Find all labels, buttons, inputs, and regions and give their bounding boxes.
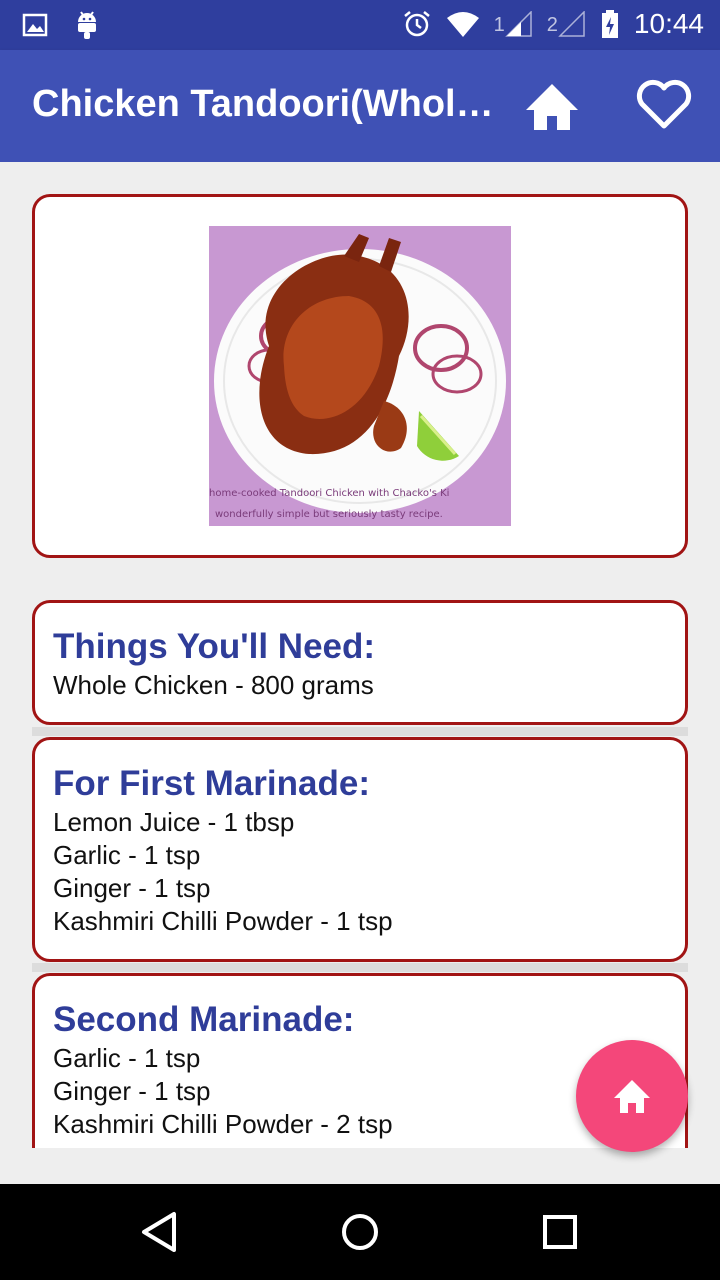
photo-caption-line2: wonderfully simple but seriously tasty r… (215, 509, 443, 520)
battery-icon (601, 10, 618, 38)
first-marinade-card: For First Marinade: Lemon Juice - 1 tbsp… (32, 737, 688, 962)
ingredient-item: Ginger - 1 tsp (53, 1076, 211, 1106)
recipe-content[interactable]: home-cooked Tandoori Chicken with Chacko… (0, 162, 720, 1148)
bottom-strip (0, 1148, 720, 1184)
home-button[interactable] (522, 78, 582, 134)
section-heading: Things You'll Need: (53, 627, 376, 666)
divider (32, 963, 688, 972)
divider (32, 727, 688, 736)
things-needed-card: Things You'll Need: Whole Chicken - 800 … (32, 600, 688, 725)
android-icon (78, 11, 96, 39)
recipe-image-card: home-cooked Tandoori Chicken with Chacko… (32, 194, 688, 558)
ingredient-item: Kashmiri Chilli Powder - 1 tsp (53, 906, 393, 936)
home-circle-icon[interactable] (336, 1208, 384, 1256)
home-fab[interactable] (576, 1040, 688, 1152)
ingredient-item: Garlic - 1 tsp (53, 840, 201, 870)
alarm-icon (403, 11, 430, 37)
sim1-label: 1 (493, 14, 505, 36)
section-heading: For First Marinade: (53, 764, 370, 803)
recents-icon[interactable] (536, 1208, 584, 1256)
back-icon[interactable] (136, 1208, 184, 1256)
app-bar: Chicken Tandoori(Whol… (0, 50, 720, 162)
system-nav-bar (0, 1184, 720, 1280)
favorite-button[interactable] (634, 76, 694, 132)
ingredient-item: Lemon Juice - 1 tbsp (53, 807, 295, 837)
section-heading: Second Marinade: (53, 1000, 355, 1039)
photo-caption-line1: home-cooked Tandoori Chicken with Chacko… (209, 488, 449, 499)
ingredient-item: Kashmiri Chilli Powder - 2 tsp (53, 1109, 393, 1139)
signal-icon (558, 11, 585, 37)
recipe-photo: home-cooked Tandoori Chicken with Chacko… (209, 226, 511, 526)
wifi-icon (446, 12, 479, 37)
ingredient-item: Garlic - 1 tsp (53, 1043, 201, 1073)
ingredient-item: Whole Chicken - 800 grams (53, 670, 374, 700)
status-bar: 1 2 10:44 (0, 0, 720, 50)
page-title: Chicken Tandoori(Whol… (32, 83, 492, 125)
signal-icon (504, 11, 532, 37)
status-time: 10:44 (633, 8, 704, 39)
image-icon (22, 13, 48, 37)
ingredient-item: Ginger - 1 tsp (53, 873, 211, 903)
home-icon (526, 84, 578, 130)
heart-icon (636, 79, 692, 129)
home-icon (614, 1080, 650, 1113)
sim2-label: 2 (546, 14, 558, 36)
